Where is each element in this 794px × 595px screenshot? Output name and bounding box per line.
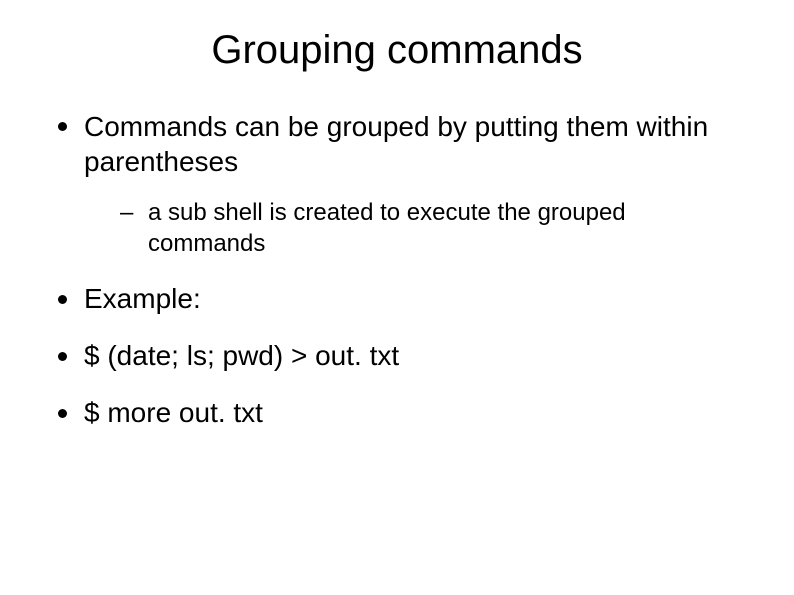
bullet-list: Commands can be grouped by putting them … [50, 109, 744, 430]
bullet-text-4: $ more out. txt [84, 397, 263, 428]
bullet-text-3: $ (date; ls; pwd) > out. txt [84, 340, 399, 371]
bullet-item-2: Example: [50, 281, 744, 316]
sub-bullet-item-1: a sub shell is created to execute the gr… [120, 197, 744, 259]
bullet-text-2: Example: [84, 283, 201, 314]
bullet-item-4: $ more out. txt [50, 395, 744, 430]
slide: Grouping commands Commands can be groupe… [0, 0, 794, 595]
sub-bullet-list: a sub shell is created to execute the gr… [120, 197, 744, 259]
bullet-text-1: Commands can be grouped by putting them … [84, 111, 708, 177]
slide-title: Grouping commands [50, 28, 744, 73]
bullet-item-1: Commands can be grouped by putting them … [50, 109, 744, 259]
bullet-item-3: $ (date; ls; pwd) > out. txt [50, 338, 744, 373]
sub-bullet-text-1: a sub shell is created to execute the gr… [148, 199, 626, 257]
